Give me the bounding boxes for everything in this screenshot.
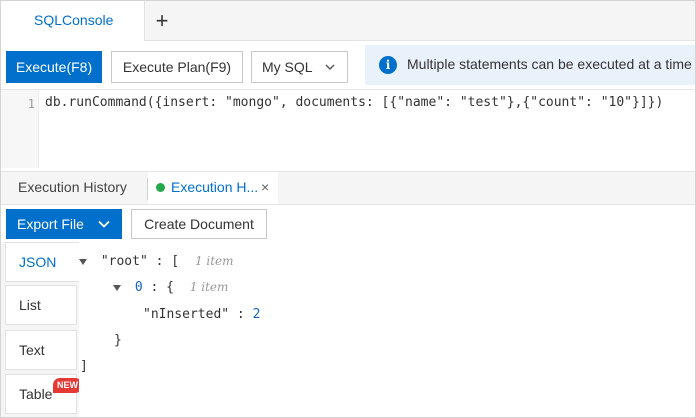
tree-item-count: 1 item xyxy=(194,254,234,268)
tree-row-item: 0 : { 1 item xyxy=(113,280,228,295)
view-tab-list[interactable]: List xyxy=(5,285,77,325)
tab-execution-result-label: Execution H... xyxy=(171,179,259,195)
tree-index: 0 xyxy=(134,280,143,295)
collapse-triangle-icon[interactable] xyxy=(113,284,121,291)
info-banner: i Multiple statements can be executed at… xyxy=(365,45,695,85)
sql-editor[interactable]: 1 db.runCommand({insert: "mongo", docume… xyxy=(1,89,695,169)
collapse-triangle-icon[interactable] xyxy=(79,258,87,265)
tab-sqlconsole-label: SQLConsole xyxy=(34,12,114,28)
info-banner-text: Multiple statements can be executed at a… xyxy=(407,56,692,72)
tree-brace-open: : { xyxy=(150,280,174,295)
database-type-value: My SQL xyxy=(262,59,313,75)
tree-item-count: 1 item xyxy=(189,280,229,294)
view-tab-text[interactable]: Text xyxy=(5,330,77,370)
tree-bracket-open: : [ xyxy=(155,254,180,269)
execute-button[interactable]: Execute(F8) xyxy=(6,51,102,83)
tree-row-root-close: ] xyxy=(80,359,88,374)
close-icon[interactable]: × xyxy=(261,179,269,195)
result-toolbar: Export File Create Document xyxy=(1,206,695,242)
execute-plan-button[interactable]: Execute Plan(F9) xyxy=(111,51,243,83)
chevron-down-icon xyxy=(325,64,335,70)
tree-separator: : xyxy=(236,307,245,322)
new-badge: NEW xyxy=(53,378,82,393)
success-status-dot xyxy=(156,183,165,192)
tree-row-field: "nInserted" : 2 xyxy=(143,307,260,322)
tab-sqlconsole[interactable]: SQLConsole xyxy=(1,1,145,41)
add-tab-button[interactable]: + xyxy=(151,8,173,34)
create-document-button[interactable]: Create Document xyxy=(131,209,267,239)
console-tab-bar: SQLConsole + xyxy=(1,1,695,41)
tab-execution-history[interactable]: Execution History xyxy=(18,179,127,195)
tree-key-ninserted: "nInserted" xyxy=(143,307,230,322)
database-type-select[interactable]: My SQL xyxy=(251,51,348,83)
tree-row-root: "root" : [ 1 item xyxy=(79,254,234,269)
export-file-label: Export File xyxy=(17,216,84,232)
result-tab-bar: Execution History Execution H... × xyxy=(1,171,695,205)
result-view-tabs: JSON List Text Table NEW xyxy=(1,242,82,417)
export-file-button[interactable]: Export File xyxy=(6,209,122,239)
line-number-gutter: 1 xyxy=(1,90,39,168)
tab-execution-result[interactable]: Execution H... × xyxy=(148,172,278,204)
sql-console-window: SQLConsole + Execute(F8) Execute Plan(F9… xyxy=(0,0,696,418)
view-tab-json[interactable]: JSON xyxy=(5,242,79,282)
line-number: 1 xyxy=(27,97,35,111)
tree-value-ninserted: 2 xyxy=(252,307,261,322)
chevron-down-icon xyxy=(98,220,110,228)
tree-row-item-close: } xyxy=(114,333,122,348)
editor-toolbar: Execute(F8) Execute Plan(F9) My SQL i Mu… xyxy=(1,41,695,87)
editor-code-line[interactable]: db.runCommand({insert: "mongo", document… xyxy=(45,95,663,110)
info-icon: i xyxy=(379,56,397,74)
json-tree-view: "root" : [ 1 item 0 : { 1 item "nInserte… xyxy=(79,242,695,417)
tree-key-root: "root" xyxy=(100,254,148,269)
